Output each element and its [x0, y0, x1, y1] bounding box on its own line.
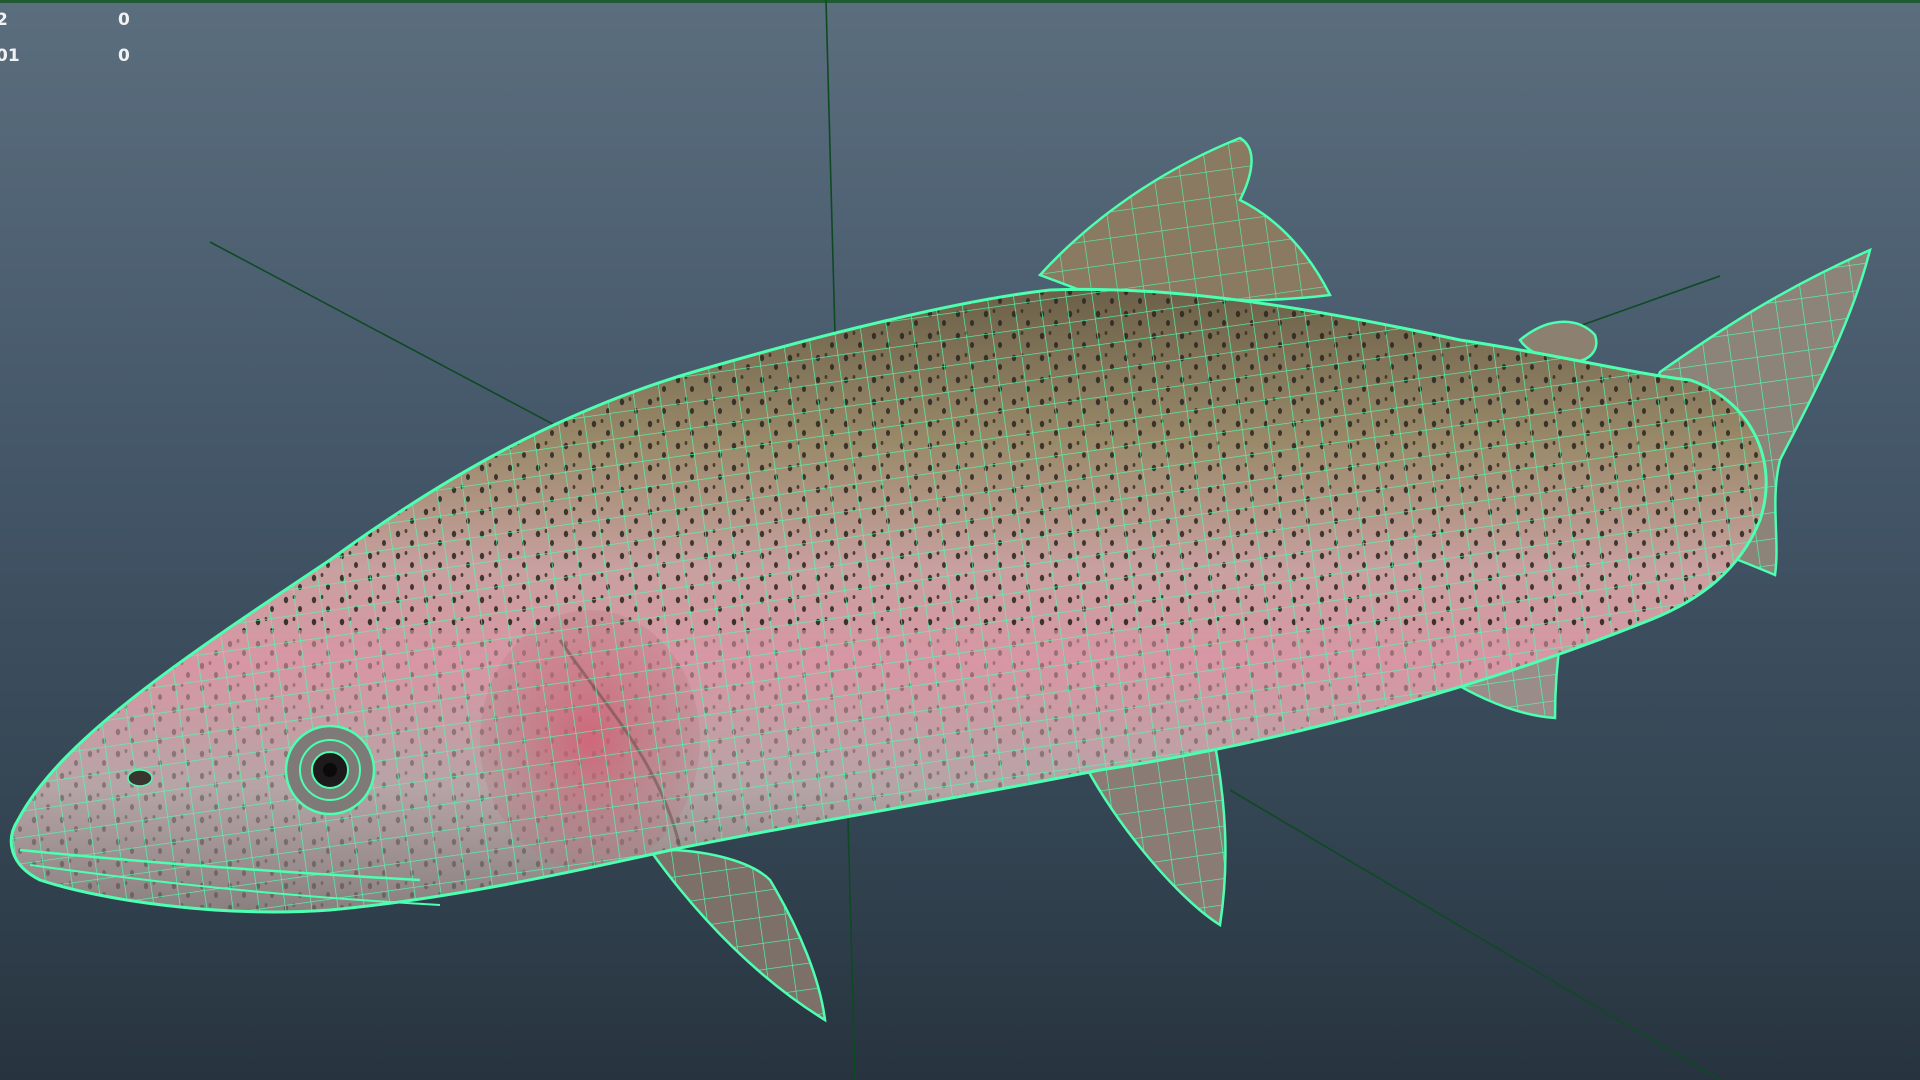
- 3d-viewport[interactable]: 20 01 0: [0, 0, 1920, 1080]
- pelvic-fin: [1083, 743, 1227, 928]
- scene-canvas[interactable]: [0, 0, 1920, 1080]
- fish-eye: [284, 724, 376, 816]
- fish-body: [9, 287, 1768, 914]
- fish-nostril: [127, 769, 153, 787]
- pectoral-fin: [647, 848, 827, 1023]
- dorsal-fin: [1037, 136, 1332, 302]
